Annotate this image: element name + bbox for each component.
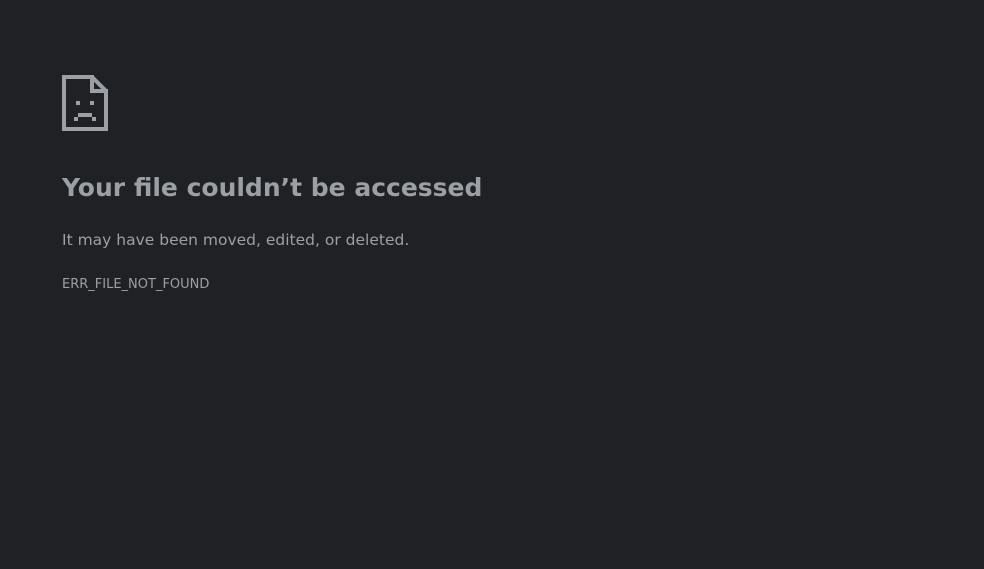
error-message: It may have been moved, edited, or delet… [62,231,410,249]
sad-file-icon [62,75,108,131]
page-title: Your file couldn’t be accessed [62,173,483,202]
error-page: Your file couldn’t be accessed It may ha… [0,0,984,569]
error-code: ERR_FILE_NOT_FOUND [62,277,210,292]
